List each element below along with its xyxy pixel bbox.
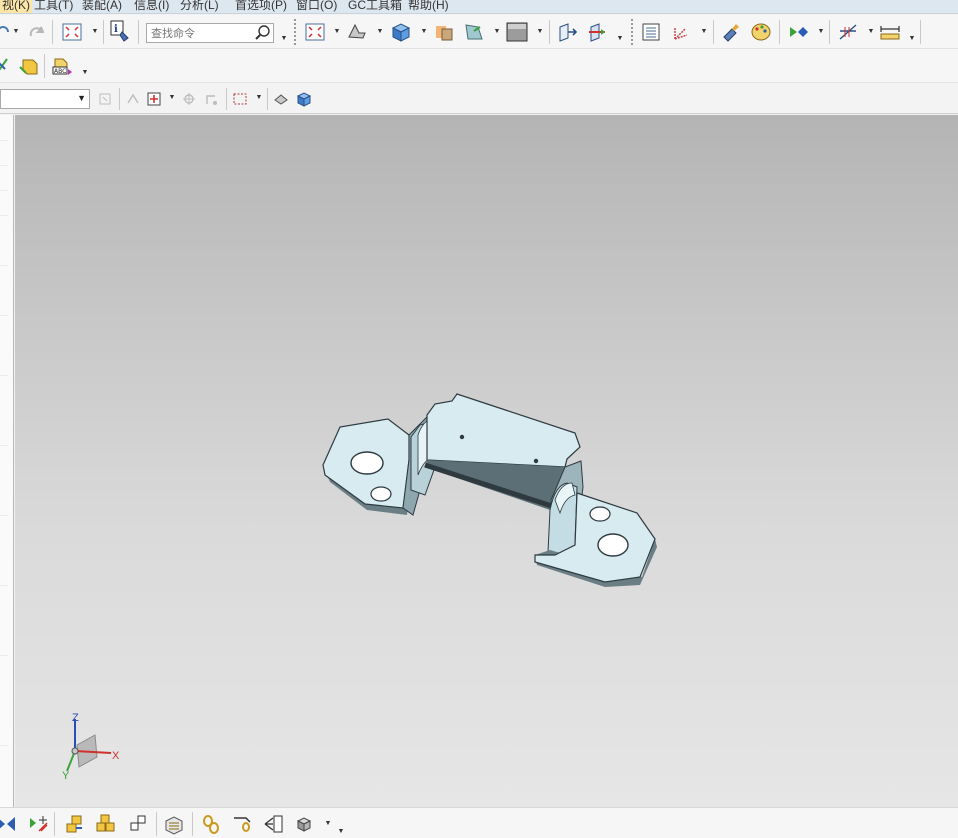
assembly-constraint-icon[interactable] xyxy=(0,812,18,836)
measure-distance-icon[interactable] xyxy=(878,20,902,44)
search-icon[interactable] xyxy=(254,24,272,42)
triad-z-label: Z xyxy=(72,712,79,724)
orient-view-dropdown-icon[interactable]: ▼ xyxy=(376,28,384,36)
text-abc-icon[interactable]: ABC xyxy=(50,54,74,78)
orient-view-icon[interactable] xyxy=(345,20,369,44)
sheet-metal-bracket-model[interactable]: Z X Y xyxy=(15,115,958,807)
menu-bar: 视(K) 工具(T) 装配(A) 信息(I) 分析(L) 首选项(P) 窗口(O… xyxy=(0,0,958,14)
face-analysis-icon[interactable] xyxy=(462,20,486,44)
menu-view[interactable]: 视(K) xyxy=(0,0,32,13)
shaded-cube-icon[interactable] xyxy=(389,20,413,44)
menu-tools[interactable]: 工具(T) xyxy=(34,0,73,13)
assembly-navigator-icon[interactable] xyxy=(262,812,286,836)
measure-angle-icon[interactable] xyxy=(836,20,860,44)
left-hole-large xyxy=(350,451,384,475)
wcs-move-icon[interactable] xyxy=(556,20,580,44)
menu-help[interactable]: 帮助(H) xyxy=(408,0,449,13)
search-dropdown-icon[interactable]: ▼ xyxy=(280,35,288,43)
rectangle-select-dropdown-icon[interactable]: ▼ xyxy=(255,94,263,102)
select-all-icon[interactable] xyxy=(96,90,114,108)
wave-geometry-icon[interactable] xyxy=(162,812,186,836)
face-analysis-dropdown-icon[interactable]: ▼ xyxy=(493,28,501,36)
measure-distance-dropdown-icon[interactable]: ▼ xyxy=(908,35,916,43)
top-web-face xyxy=(426,393,581,468)
right-hole-small xyxy=(589,506,611,522)
fit-icon[interactable] xyxy=(303,20,327,44)
wcs-orient-dropdown-icon[interactable]: ▼ xyxy=(700,28,708,36)
feature-toolbar: ABC ▼ xyxy=(0,49,958,83)
move-component-icon[interactable] xyxy=(26,812,50,836)
svg-text:i: i xyxy=(114,24,118,35)
redo-icon[interactable] xyxy=(27,23,45,41)
standard-toolbar: ▼ ▼ i ▼ ▼ ▼ ▼ ▼ ▼ ▼ xyxy=(0,15,958,49)
layer-settings-icon[interactable] xyxy=(639,20,663,44)
snap-view-icon[interactable] xyxy=(786,20,810,44)
snap-dropdown-icon[interactable]: ▼ xyxy=(168,94,176,102)
view-triad: Z X Y xyxy=(62,712,120,782)
snap-end-icon[interactable] xyxy=(145,90,163,108)
menu-preferences[interactable]: 首选项(P) xyxy=(235,0,287,13)
shaded-dropdown-icon[interactable]: ▼ xyxy=(420,28,428,36)
view-cube-icon[interactable] xyxy=(295,90,313,108)
menu-gc-toolbox[interactable]: GC工具箱 xyxy=(348,0,402,13)
triad-origin xyxy=(71,747,79,755)
paint-icon[interactable] xyxy=(719,20,743,44)
measure-angle-dropdown-icon[interactable]: ▼ xyxy=(867,28,875,36)
material-icon[interactable] xyxy=(16,54,40,78)
edit-section-icon[interactable] xyxy=(432,20,456,44)
fit-dropdown-icon[interactable]: ▼ xyxy=(333,28,341,36)
add-component-icon[interactable] xyxy=(62,812,86,836)
wcs-dropdown-icon[interactable]: ▼ xyxy=(616,35,624,43)
component-array-icon[interactable] xyxy=(94,812,118,836)
snap-view-dropdown-icon[interactable]: ▼ xyxy=(817,28,825,36)
svg-text:ABC: ABC xyxy=(54,68,66,75)
mirror-assembly-icon[interactable] xyxy=(126,812,150,836)
triad-y-label: Y xyxy=(62,770,70,782)
snap-mid-icon[interactable] xyxy=(180,90,198,108)
wcs-icon[interactable] xyxy=(586,20,610,44)
resource-bar[interactable] xyxy=(0,115,14,807)
assembly-toolbar: ▼ ▼ xyxy=(0,807,958,838)
menu-analysis[interactable]: 分析(L) xyxy=(180,0,219,13)
menu-assembly[interactable]: 装配(A) xyxy=(82,0,122,13)
selection-bar: ▼ ▼ ▼ xyxy=(0,84,958,114)
info-icon[interactable]: i xyxy=(109,19,133,43)
background-dropdown-icon[interactable]: ▼ xyxy=(536,28,544,36)
link-icon[interactable] xyxy=(199,812,223,836)
palette-icon[interactable] xyxy=(749,20,773,44)
background-color-icon[interactable] xyxy=(505,20,529,44)
top-web-pin-hole-left xyxy=(459,434,465,440)
chevron-down-icon: ▼ xyxy=(77,93,86,103)
reference-set-icon[interactable] xyxy=(230,812,254,836)
explode-dropdown-icon[interactable]: ▼ xyxy=(324,820,332,828)
right-hole-large xyxy=(597,533,629,557)
fit-view-icon[interactable] xyxy=(60,20,84,44)
show-hide-icon[interactable] xyxy=(272,90,290,108)
top-web-pin-hole-right xyxy=(533,458,539,464)
menu-window[interactable]: 窗口(O) xyxy=(296,0,337,13)
undo-icon[interactable] xyxy=(0,23,12,41)
snap-quad-icon[interactable] xyxy=(202,90,220,108)
type-filter-select[interactable]: ▼ xyxy=(0,89,90,109)
graphics-window[interactable]: Z X Y xyxy=(15,115,958,807)
snap-point-icon[interactable] xyxy=(124,90,142,108)
explode-view-icon[interactable] xyxy=(294,812,318,836)
text-dropdown-icon[interactable]: ▼ xyxy=(81,69,89,77)
fit-view-dropdown-icon[interactable]: ▼ xyxy=(91,28,99,36)
rectangle-select-icon[interactable] xyxy=(231,90,249,108)
assembly-toolbar-more-icon[interactable]: ▼ xyxy=(337,828,345,836)
wcs-orient-icon[interactable] xyxy=(669,20,693,44)
triad-x-label: X xyxy=(112,750,120,762)
menu-info[interactable]: 信息(I) xyxy=(134,0,169,13)
extrude-icon[interactable] xyxy=(0,54,16,78)
left-hole-small xyxy=(370,486,392,502)
undo-dropdown-icon[interactable]: ▼ xyxy=(12,28,20,36)
